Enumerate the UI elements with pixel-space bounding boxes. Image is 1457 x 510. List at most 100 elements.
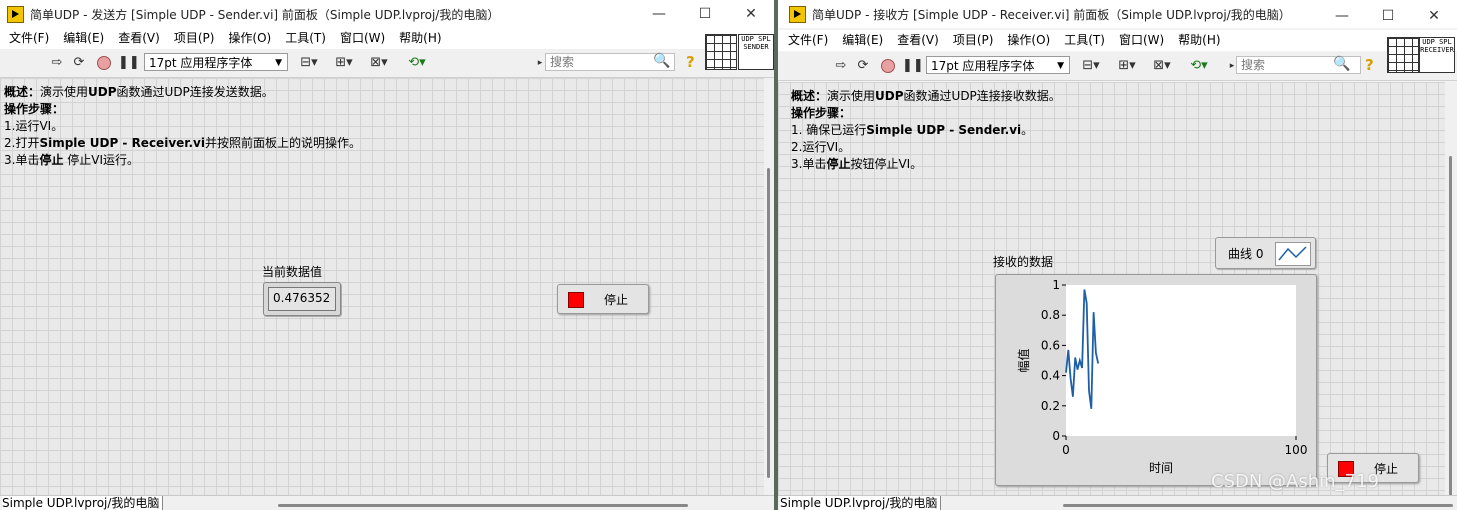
sender-status-text: Simple UDP.lvproj/我的电脑 [2, 496, 164, 510]
run-continuously-icon[interactable]: ⟳ [70, 54, 88, 72]
help-icon[interactable]: ? [686, 53, 695, 71]
legend-line-swatch [1275, 242, 1311, 266]
font-selector-value: 17pt 应用程序字体 [931, 59, 1035, 73]
minimize-button[interactable]: — [636, 4, 682, 24]
run-arrow-icon[interactable]: ⇨ [832, 57, 850, 75]
distribute-objects-icon[interactable]: ⊞▾ [331, 54, 357, 72]
receiver-window: 简单UDP - 接收方 [Simple UDP - Receiver.vi] 前… [778, 0, 1457, 510]
receiver-statusbar: Simple UDP.lvproj/我的电脑 [778, 495, 1457, 510]
receiver-titlebar[interactable]: 简单UDP - 接收方 [Simple UDP - Receiver.vi] 前… [778, 0, 1457, 28]
vi-icon[interactable]: UDP SPL SENDER [738, 34, 774, 70]
plot-area[interactable] [1066, 285, 1296, 436]
menu-tools[interactable]: 工具(T) [278, 28, 333, 49]
indicator-label: 当前数据值 [262, 265, 323, 279]
waveform-chart[interactable]: 0 0.2 0.4 0.6 0.8 1 0 100 时间 幅值 [995, 274, 1317, 486]
y-tick-label: 0 [1052, 429, 1060, 443]
abort-execution-icon[interactable] [881, 59, 895, 73]
y-tick-label: 1 [1052, 278, 1060, 292]
horizontal-scroll-thumb[interactable] [1063, 504, 1453, 507]
plot-legend[interactable]: 曲线 0 [1215, 237, 1316, 269]
resize-objects-icon[interactable]: ⊠▾ [366, 54, 392, 72]
stop-led-icon [568, 292, 584, 308]
menu-project[interactable]: 项目(P) [167, 28, 222, 49]
sender-window-title: 简单UDP - 发送方 [Simple UDP - Sender.vi] 前面板… [30, 8, 500, 22]
y-axis-label: 幅值 [1016, 348, 1031, 372]
y-tick-label: 0.8 [1041, 308, 1060, 322]
search-icon[interactable]: 🔍 [653, 53, 670, 69]
csdn-watermark: CSDN @Ashin_719 [1211, 471, 1379, 492]
menu-window[interactable]: 窗口(W) [1112, 30, 1171, 51]
pause-icon[interactable]: ❚❚ [118, 54, 140, 72]
run-continuously-icon[interactable]: ⟳ [854, 57, 872, 75]
menu-project[interactable]: 项目(P) [946, 30, 1001, 51]
graph-label: 接收的数据 [993, 255, 1054, 269]
menu-edit[interactable]: 编辑(E) [56, 28, 111, 49]
menu-file[interactable]: 文件(F) [781, 30, 835, 51]
indicator-value: 0.476352 [268, 287, 336, 311]
menu-view[interactable]: 查看(V) [890, 30, 946, 51]
resize-objects-icon[interactable]: ⊠▾ [1149, 57, 1175, 75]
search-expand-icon[interactable]: ▸ [536, 54, 544, 72]
y-tick-label: 0.2 [1041, 399, 1060, 413]
maximize-button[interactable]: ☐ [1365, 6, 1411, 26]
sender-stop-button[interactable]: 停止 [557, 284, 649, 314]
abort-execution-icon[interactable] [97, 56, 111, 70]
horizontal-scroll-thumb[interactable] [278, 504, 688, 507]
y-tick-label: 0.6 [1041, 338, 1060, 352]
pause-icon[interactable]: ❚❚ [902, 57, 924, 75]
sender-titlebar[interactable]: 简单UDP - 发送方 [Simple UDP - Sender.vi] 前面板… [0, 0, 774, 28]
sender-window: 简单UDP - 发送方 [Simple UDP - Sender.vi] 前面板… [0, 0, 774, 510]
font-selector[interactable]: 17pt 应用程序字体 ▼ [144, 53, 288, 71]
reorder-icon[interactable]: ⟲▾ [403, 54, 431, 72]
reorder-icon[interactable]: ⟲▾ [1185, 57, 1213, 75]
sender-vertical-scrollbar[interactable] [764, 78, 774, 496]
menu-operate[interactable]: 操作(O) [1000, 30, 1057, 51]
connector-pane-icon[interactable] [1387, 37, 1419, 73]
font-selector-value: 17pt 应用程序字体 [149, 56, 253, 70]
receiver-toolbar: ⇨ ⟳ ❚❚ 17pt 应用程序字体 ▼ ⊟▾ ⊞▾ ⊠▾ ⟲▾ ▸ 搜索 🔍 … [778, 52, 1457, 81]
menu-file[interactable]: 文件(F) [2, 28, 56, 49]
search-icon[interactable]: 🔍 [1333, 56, 1350, 72]
close-button[interactable]: ✕ [1411, 6, 1457, 26]
receiver-window-title: 简单UDP - 接收方 [Simple UDP - Receiver.vi] 前… [812, 8, 1291, 22]
chart-svg: 0 0.2 0.4 0.6 0.8 1 0 100 时间 幅值 [1016, 278, 1308, 475]
menu-window[interactable]: 窗口(W) [333, 28, 392, 49]
labview-app-icon [7, 6, 24, 23]
line-swatch-icon [1278, 246, 1307, 261]
menu-operate[interactable]: 操作(O) [221, 28, 278, 49]
receiver-vertical-scrollbar[interactable] [1445, 82, 1457, 496]
sender-toolbar: ⇨ ⟳ ❚❚ 17pt 应用程序字体 ▼ ⊟▾ ⊞▾ ⊠▾ ⟲▾ ▸ 搜索 🔍 … [0, 49, 774, 78]
vi-icon[interactable]: UDP SPL RECEIVER [1419, 37, 1455, 73]
align-objects-icon[interactable]: ⊟▾ [1078, 57, 1104, 75]
labview-app-icon [789, 6, 806, 23]
menu-help[interactable]: 帮助(H) [392, 28, 448, 49]
current-value-indicator: 0.476352 [263, 282, 341, 316]
minimize-button[interactable]: — [1319, 6, 1365, 26]
receiver-status-text: Simple UDP.lvproj/我的电脑 [780, 496, 942, 510]
y-tick-label: 0.4 [1041, 369, 1060, 383]
scroll-thumb[interactable] [767, 168, 770, 478]
menu-help[interactable]: 帮助(H) [1171, 30, 1227, 51]
search-expand-icon[interactable]: ▸ [1228, 57, 1236, 75]
font-selector[interactable]: 17pt 应用程序字体 ▼ [926, 56, 1070, 74]
sender-statusbar: Simple UDP.lvproj/我的电脑 [0, 495, 774, 510]
align-objects-icon[interactable]: ⊟▾ [296, 54, 322, 72]
scroll-thumb[interactable] [1449, 156, 1452, 496]
receiver-front-panel: 概述：演示使用UDP函数通过UDP连接接收数据。 操作步骤： 1. 确保已运行S… [778, 82, 1445, 496]
sender-menubar: 文件(F) 编辑(E) 查看(V) 项目(P) 操作(O) 工具(T) 窗口(W… [0, 28, 774, 49]
x-tick-label: 0 [1062, 443, 1070, 457]
menu-view[interactable]: 查看(V) [111, 28, 167, 49]
connector-pane-icon[interactable] [705, 34, 737, 70]
help-icon[interactable]: ? [1365, 56, 1374, 74]
sender-front-panel: 概述：演示使用UDP函数通过UDP连接发送数据。 操作步骤： 1.运行VI。 2… [0, 78, 764, 496]
distribute-objects-icon[interactable]: ⊞▾ [1114, 57, 1140, 75]
menu-tools[interactable]: 工具(T) [1057, 30, 1112, 51]
run-arrow-icon[interactable]: ⇨ [48, 54, 66, 72]
x-tick-label: 100 [1285, 443, 1308, 457]
close-button[interactable]: ✕ [728, 4, 774, 24]
maximize-button[interactable]: ☐ [682, 4, 728, 24]
menu-edit[interactable]: 编辑(E) [835, 30, 890, 51]
chevron-down-icon: ▼ [1057, 61, 1064, 71]
receiver-description: 概述：演示使用UDP函数通过UDP连接接收数据。 操作步骤： 1. 确保已运行S… [791, 89, 1061, 171]
legend-plot-name: 曲线 0 [1228, 247, 1264, 261]
